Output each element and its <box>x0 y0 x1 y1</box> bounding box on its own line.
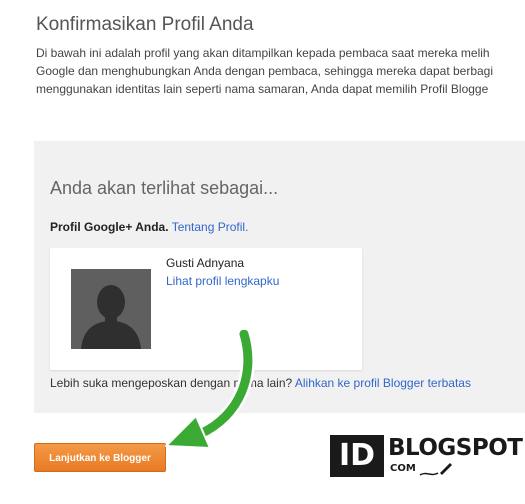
watermark-com: COM <box>390 463 416 474</box>
person-silhouette-icon <box>71 269 151 349</box>
intro-line-1: Di bawah ini adalah profil yang akan dit… <box>36 46 490 60</box>
continue-to-blogger-button[interactable]: Lanjutkan ke Blogger <box>34 443 166 472</box>
curved-arrow-icon <box>165 330 255 449</box>
profile-name: Gusti Adnyana <box>166 256 245 270</box>
page-title: Konfirmasikan Profil Anda <box>36 14 254 35</box>
pen-icon <box>419 463 452 476</box>
profile-type-line: Profil Google+ Anda. Tentang Profil. <box>50 220 248 234</box>
intro-line-2: Google dan menghubungkan Anda dengan pem… <box>36 64 494 78</box>
watermark-blogspot: BLOGSPOT <box>388 435 523 461</box>
about-profile-link[interactable]: Tentang Profil. <box>172 220 249 234</box>
avatar <box>71 269 151 349</box>
intro-text: Di bawah ini adalah profil yang akan dit… <box>36 44 525 98</box>
profile-type-label: Profil Google+ Anda. <box>50 220 169 234</box>
switch-limited-profile-link[interactable]: Alihkan ke profil Blogger terbatas <box>295 376 471 390</box>
view-full-profile-link[interactable]: Lihat profil lengkapku <box>166 274 279 288</box>
watermark-id: ID <box>330 435 384 477</box>
intro-line-3: menggunakan identitas lain seperti nama … <box>36 82 489 96</box>
panel-heading: Anda akan terlihat sebagai... <box>50 178 279 198</box>
watermark-logo: ID BLOGSPOT COM <box>330 435 523 483</box>
